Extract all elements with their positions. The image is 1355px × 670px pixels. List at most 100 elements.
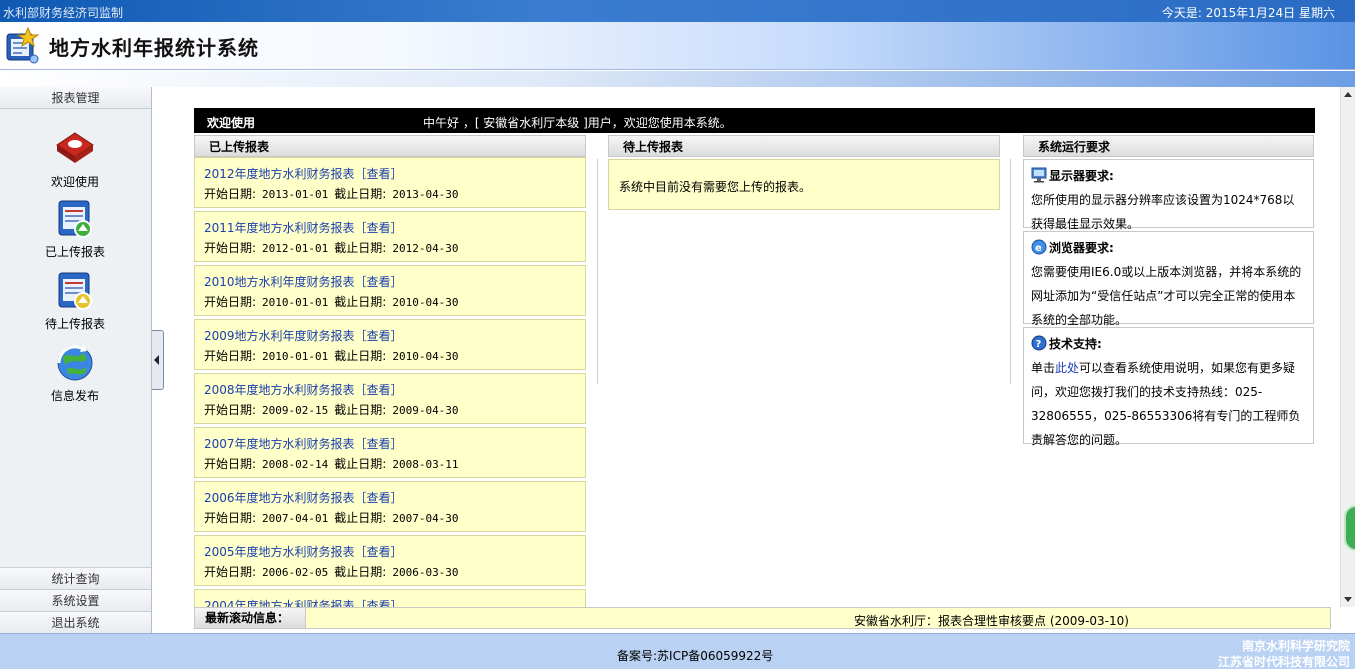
start-date-label: 开始日期: [204, 349, 257, 363]
report-card: 2010地方水利年度财务报表［查看］ 开始日期: 2010-01-01 截止日期: 20… [194, 265, 586, 316]
end-date-value: 2010-04-30 [392, 350, 459, 363]
main-content: 欢迎使用 中午好 ，[ 安徽省水利厅本级 ]用户，欢迎您使用本系统。 已上传报表… [165, 87, 1340, 633]
welcome-icon [56, 132, 94, 163]
welcome-bar: 欢迎使用 中午好 ，[ 安徽省水利厅本级 ]用户，欢迎您使用本系统。 [194, 108, 1315, 133]
report-dates: 开始日期: 2010-01-01 截止日期: 2010-04-30 [204, 347, 465, 364]
start-date-value: 2006-02-05 [262, 566, 329, 579]
support-pre: 单击 [1031, 361, 1056, 375]
display-requirement: 显示器要求: 您所使用的显示器分辨率应该设置为1024*768以获得最佳显示效果… [1023, 159, 1314, 231]
end-date-label: 截止日期: [334, 403, 387, 417]
support-info: ? 技术支持: 单击此处可以查看系统使用说明，如果您有更多疑问，欢迎您拨打我们的技… [1023, 327, 1314, 447]
end-date-value: 2010-04-30 [392, 296, 459, 309]
browser-icon: e [1031, 239, 1047, 255]
report-dates: 开始日期: 2010-01-01 截止日期: 2010-04-30 [204, 293, 465, 310]
end-date-label: 截止日期: [334, 565, 387, 579]
report-link[interactable]: 2010地方水利年度财务报表［查看］ [204, 273, 403, 290]
sidebar-item-label: 已上传报表 [44, 245, 105, 259]
report-card: 2008年度地方水利财务报表［查看］ 开始日期: 2009-02-15 截止日期: 20… [194, 373, 586, 424]
svg-text:?: ? [1036, 339, 1042, 350]
report-dates: 开始日期: 2006-02-05 截止日期: 2006-03-30 [204, 563, 465, 580]
report-dates: 开始日期: 2007-04-01 截止日期: 2007-04-30 [204, 509, 465, 526]
sidebar-heading[interactable]: 报表管理 [0, 87, 151, 109]
sidebar-item-welcome[interactable]: 欢迎使用 [0, 127, 150, 190]
report-card: 2006年度地方水利财务报表［查看］ 开始日期: 2007-04-01 截止日期: 20… [194, 481, 586, 532]
top-bar: 水利部财务经济司监制 今天是: 2015年1月24日 星期六 [0, 0, 1355, 22]
organization-credits: 南京水利科学研究院 江苏省时代科技有限公司 [1218, 638, 1350, 670]
report-card: 2004年度地方水利财务报表［查看］开始日期:截止日期: [194, 589, 586, 609]
end-date-value: 2012-04-30 [392, 242, 459, 255]
start-date-value: 2009-02-15 [262, 404, 329, 417]
start-date-label: 开始日期: [204, 403, 257, 417]
support-title: 技术支持: [1049, 337, 1102, 351]
end-date-value: 2008-03-11 [392, 458, 459, 471]
browser-requirement-text: 您需要使用IE6.0或以上版本浏览器，并将本系统的网址添加为“受信任站点”才可以… [1031, 265, 1302, 327]
display-requirement-title: 显示器要求: [1049, 169, 1114, 183]
start-date-value: 2008-02-14 [262, 458, 329, 471]
monitor-icon [1031, 167, 1047, 183]
sidebar-footer-settings[interactable]: 系统设置 [0, 589, 151, 611]
report-link[interactable]: 2005年度地方水利财务报表［查看］ [204, 543, 403, 560]
app-header: 地方水利年报统计系统 [0, 22, 1355, 70]
sidebar-collapse-toggle[interactable] [152, 330, 164, 390]
start-date-value: 2010-01-01 [262, 296, 329, 309]
end-date-value: 2009-04-30 [392, 404, 459, 417]
end-date-label: 截止日期: [334, 511, 387, 525]
sidebar: 报表管理 欢迎使用 已上传报表 待上传报表 信息发布 统计查询 系统设置 退出系… [0, 87, 152, 633]
ticker-text[interactable]: 安徽省水利厅：报表合理性审核要点 (2009-03-10) [854, 612, 1129, 629]
sidebar-item-pending[interactable]: 待上传报表 [0, 269, 150, 332]
browser-requirement: e 浏览器要求: 您需要使用IE6.0或以上版本浏览器，并将本系统的网址添加为“受… [1023, 231, 1314, 327]
column-divider [1010, 159, 1011, 384]
start-date-value: 2010-01-01 [262, 350, 329, 363]
pending-report-icon [58, 272, 92, 310]
report-link[interactable]: 2009地方水利年度财务报表［查看］ [204, 327, 403, 344]
sidebar-footer-stats[interactable]: 统计查询 [0, 567, 151, 589]
start-date-label: 开始日期: [204, 241, 257, 255]
current-date: 今天是: 2015年1月24日 星期六 [1161, 6, 1335, 20]
app-title: 地方水利年报统计系统 [49, 36, 259, 60]
icp-record: 备案号:苏ICP备06059922号 [617, 649, 774, 663]
header-strip [0, 71, 1355, 87]
news-ticker: 最新滚动信息： 安徽省水利厅：报表合理性审核要点 (2009-03-10) [194, 607, 1331, 629]
end-date-label: 截止日期: [334, 457, 387, 471]
org-name-1: 南京水利科学研究院 [1241, 639, 1350, 653]
report-link[interactable]: 2008年度地方水利财务报表［查看］ [204, 381, 403, 398]
report-link[interactable]: 2012年度地方水利财务报表［查看］ [204, 165, 403, 182]
sidebar-item-news[interactable]: 信息发布 [0, 341, 150, 404]
report-card: 2005年度地方水利财务报表［查看］ 开始日期: 2006-02-05 截止日期: 20… [194, 535, 586, 586]
start-date-label: 开始日期: [204, 187, 257, 201]
end-date-label: 截止日期: [334, 241, 387, 255]
uploaded-report-list[interactable]: 2012年度地方水利财务报表［查看］ 开始日期: 2013-01-01 截止日期: 20… [165, 157, 605, 609]
pending-heading: 待上传报表 [608, 135, 1000, 157]
end-date-label: 截止日期: [334, 295, 387, 309]
scroll-up-icon[interactable] [1344, 92, 1352, 97]
floating-chat-button[interactable] [1344, 505, 1355, 551]
end-date-label: 截止日期: [334, 187, 387, 201]
sidebar-footer-logout[interactable]: 退出系统 [0, 611, 151, 633]
supervisor-label: 水利部财务经济司监制 [3, 6, 124, 20]
end-date-value: 2007-04-30 [392, 512, 459, 525]
report-dates: 开始日期: 2009-02-15 截止日期: 2009-04-30 [204, 401, 465, 418]
report-card: 2007年度地方水利财务报表［查看］ 开始日期: 2008-02-14 截止日期: 20… [194, 427, 586, 478]
report-link[interactable]: 2011年度地方水利财务报表［查看］ [204, 219, 403, 236]
start-date-label: 开始日期: [204, 295, 257, 309]
help-link[interactable]: 此处 [1055, 361, 1079, 375]
welcome-title: 欢迎使用 [207, 116, 256, 130]
report-dates: 开始日期: 2008-02-14 截止日期: 2008-03-11 [204, 455, 465, 472]
report-link[interactable]: 2006年度地方水利财务报表［查看］ [204, 489, 403, 506]
scroll-down-icon[interactable] [1344, 597, 1352, 602]
end-date-value: 2006-03-30 [392, 566, 459, 579]
uploaded-heading: 已上传报表 [194, 135, 586, 157]
report-card: 2012年度地方水利财务报表［查看］ 开始日期: 2013-01-01 截止日期: 20… [194, 157, 586, 208]
report-card: 2009地方水利年度财务报表［查看］ 开始日期: 2010-01-01 截止日期: 20… [194, 319, 586, 370]
pending-empty-box: 系统中目前没有需要您上传的报表。 [608, 159, 1000, 210]
report-link[interactable]: 2007年度地方水利财务报表［查看］ [204, 435, 403, 452]
display-requirement-text: 您所使用的显示器分辨率应该设置为1024*768以获得最佳显示效果。 [1031, 193, 1295, 231]
start-date-value: 2007-04-01 [262, 512, 329, 525]
sidebar-item-label: 欢迎使用 [50, 175, 99, 189]
sidebar-item-uploaded[interactable]: 已上传报表 [0, 197, 150, 260]
ticker-label: 最新滚动信息： [195, 608, 306, 628]
chevron-left-icon [154, 355, 159, 365]
org-name-2: 江苏省时代科技有限公司 [1217, 655, 1350, 669]
start-date-value: 2013-01-01 [262, 188, 329, 201]
pending-message: 系统中目前没有需要您上传的报表。 [619, 180, 812, 194]
